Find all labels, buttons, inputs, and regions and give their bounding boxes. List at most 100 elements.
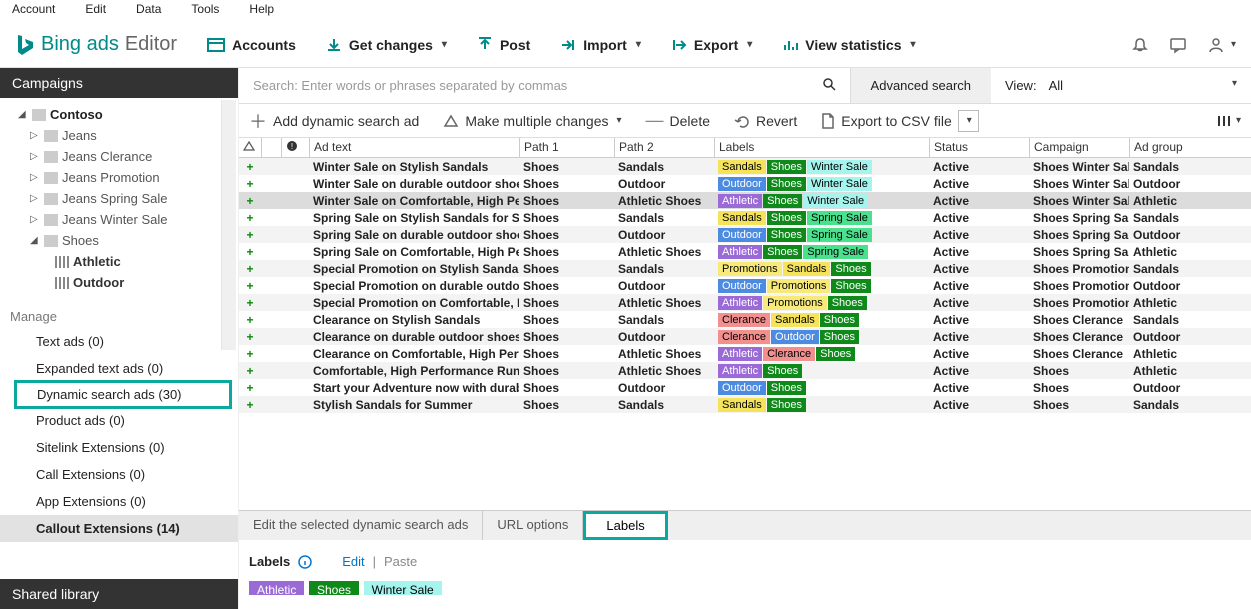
- tree-item[interactable]: ▷Jeans Promotion: [0, 167, 238, 188]
- cell-adtext: Special Promotion on Comfortable, Hig: [309, 296, 519, 310]
- manage-item[interactable]: Expanded text ads (0): [0, 355, 238, 382]
- col-header[interactable]: Status: [929, 138, 1029, 157]
- menu-data[interactable]: Data: [136, 2, 161, 20]
- label-chip: Athletic: [718, 245, 762, 259]
- table-row[interactable]: + Winter Sale on durable outdoor shoes S…: [239, 175, 1251, 192]
- plus-icon: +: [239, 194, 261, 208]
- label-chip: Winter Sale: [364, 581, 442, 595]
- menu-account[interactable]: Account: [12, 2, 55, 20]
- view-selector[interactable]: View: All▾: [991, 78, 1251, 93]
- manage-item[interactable]: Callout Extensions (14): [0, 515, 238, 542]
- manage-item[interactable]: Call Extensions (0): [0, 461, 238, 488]
- scrollbar[interactable]: [221, 100, 236, 350]
- cell-path2: Athletic Shoes: [614, 296, 714, 310]
- col-header[interactable]: Labels: [714, 138, 929, 157]
- col-header[interactable]: Path 1: [519, 138, 614, 157]
- search-icon[interactable]: [822, 77, 836, 94]
- table-row[interactable]: + Clearance on Stylish Sandals Shoes San…: [239, 311, 1251, 328]
- col-header[interactable]: Path 2: [614, 138, 714, 157]
- tree-item[interactable]: Outdoor: [0, 272, 238, 293]
- caret-down-icon: ◢: [18, 109, 28, 120]
- table-row[interactable]: + Start your Adventure now with durable …: [239, 379, 1251, 396]
- advanced-search-button[interactable]: Advanced search: [850, 68, 991, 103]
- table-row[interactable]: + Stylish Sandals for Summer Shoes Sanda…: [239, 396, 1251, 413]
- bell-icon[interactable]: [1131, 36, 1149, 54]
- cell-status: Active: [929, 279, 1029, 293]
- table-row[interactable]: + Winter Sale on Comfortable, High Perfo…: [239, 192, 1251, 209]
- multiple-changes-button[interactable]: Make multiple changes▾: [443, 113, 621, 129]
- caret-down-icon: ◢: [30, 235, 40, 246]
- shared-library-header[interactable]: Shared library: [0, 579, 238, 609]
- table-row[interactable]: + Special Promotion on Stylish Sandals S…: [239, 260, 1251, 277]
- plus-icon: +: [239, 313, 261, 327]
- import-button[interactable]: Import▾: [560, 37, 641, 53]
- table-row[interactable]: + Special Promotion on Comfortable, Hig …: [239, 294, 1251, 311]
- col-header[interactable]: Ad group: [1129, 138, 1199, 157]
- col-header[interactable]: !: [281, 138, 309, 157]
- cell-path1: Shoes: [519, 330, 614, 344]
- table-row[interactable]: + Spring Sale on Stylish Sandals for Sum…: [239, 209, 1251, 226]
- export-csv-dropdown[interactable]: ▾: [958, 110, 979, 132]
- info-icon[interactable]: [298, 555, 312, 569]
- tab-url[interactable]: URL options: [483, 511, 583, 540]
- plus-icon: +: [239, 262, 261, 276]
- tree-item[interactable]: Athletic: [0, 251, 238, 272]
- export-csv-button[interactable]: Export to CSV file: [821, 113, 952, 129]
- view-statistics-button[interactable]: View statistics▾: [782, 37, 915, 53]
- label-chip: Shoes: [767, 228, 806, 242]
- manage-item[interactable]: Dynamic search ads (30): [14, 380, 232, 409]
- menu-edit[interactable]: Edit: [85, 2, 106, 20]
- upload-icon: [477, 37, 493, 53]
- table-row[interactable]: + Clearance on durable outdoor shoes Sho…: [239, 328, 1251, 345]
- revert-button[interactable]: Revert: [734, 113, 797, 129]
- tree-item[interactable]: ▷Jeans Spring Sale: [0, 188, 238, 209]
- export-button[interactable]: Export▾: [671, 37, 752, 53]
- cell-path2: Outdoor: [614, 279, 714, 293]
- menu-tools[interactable]: Tools: [191, 2, 219, 20]
- label-chip: Outdoor: [718, 279, 766, 293]
- post-button[interactable]: Post: [477, 37, 530, 53]
- manage-item[interactable]: Text ads (0): [0, 328, 238, 355]
- col-header[interactable]: [261, 138, 281, 157]
- add-button[interactable]: ＋Add dynamic search ad: [249, 108, 419, 134]
- table-row[interactable]: + Special Promotion on durable outdoor S…: [239, 277, 1251, 294]
- label-chip: Clerance: [718, 330, 770, 344]
- cell-adtext: Clearance on durable outdoor shoes: [309, 330, 519, 344]
- cell-labels: OutdoorShoesSpring Sale: [714, 227, 929, 242]
- menu-help[interactable]: Help: [249, 2, 274, 20]
- col-header[interactable]: Ad text: [309, 138, 519, 157]
- get-changes-button[interactable]: Get changes▾: [326, 37, 447, 53]
- tab-edit[interactable]: Edit the selected dynamic search ads: [239, 511, 483, 540]
- table-row[interactable]: + Winter Sale on Stylish Sandals Shoes S…: [239, 158, 1251, 175]
- delete-button[interactable]: —Delete: [646, 110, 710, 131]
- detail-tabs: Edit the selected dynamic search ads URL…: [239, 510, 1251, 540]
- cell-status: Active: [929, 364, 1029, 378]
- user-menu[interactable]: ▾: [1207, 36, 1236, 54]
- edit-link[interactable]: Edit: [342, 554, 364, 569]
- tree-item[interactable]: ▷Jeans Clerance: [0, 146, 238, 167]
- tree-item[interactable]: ▷Jeans Winter Sale: [0, 209, 238, 230]
- col-header[interactable]: [239, 138, 261, 157]
- manage-item[interactable]: Product ads (0): [0, 407, 238, 434]
- tree-shoes[interactable]: ◢Shoes: [0, 230, 238, 251]
- cell-status: Active: [929, 381, 1029, 395]
- label-chip: Promotions: [763, 296, 827, 310]
- col-header[interactable]: Campaign: [1029, 138, 1129, 157]
- cell-adgroup: Sandals: [1129, 160, 1199, 174]
- search-input[interactable]: Search: Enter words or phrases separated…: [239, 77, 850, 94]
- table-row[interactable]: + Spring Sale on durable outdoor shoes S…: [239, 226, 1251, 243]
- manage-item[interactable]: Sitelink Extensions (0): [0, 434, 238, 461]
- accounts-button[interactable]: Accounts: [207, 37, 296, 53]
- table-row[interactable]: + Spring Sale on Comfortable, High Perfo…: [239, 243, 1251, 260]
- cell-path2: Athletic Shoes: [614, 194, 714, 208]
- manage-item[interactable]: App Extensions (0): [0, 488, 238, 515]
- cell-adgroup: Sandals: [1129, 211, 1199, 225]
- chat-icon[interactable]: [1169, 36, 1187, 54]
- tree-item[interactable]: ▷Jeans: [0, 125, 238, 146]
- columns-button[interactable]: ▾: [1216, 114, 1241, 128]
- tab-labels[interactable]: Labels: [583, 511, 667, 540]
- table-row[interactable]: + Comfortable, High Performance Runnir S…: [239, 362, 1251, 379]
- tree-root[interactable]: ◢Contoso: [0, 104, 238, 125]
- table-row[interactable]: + Clearance on Comfortable, High Perforr…: [239, 345, 1251, 362]
- cell-status: Active: [929, 194, 1029, 208]
